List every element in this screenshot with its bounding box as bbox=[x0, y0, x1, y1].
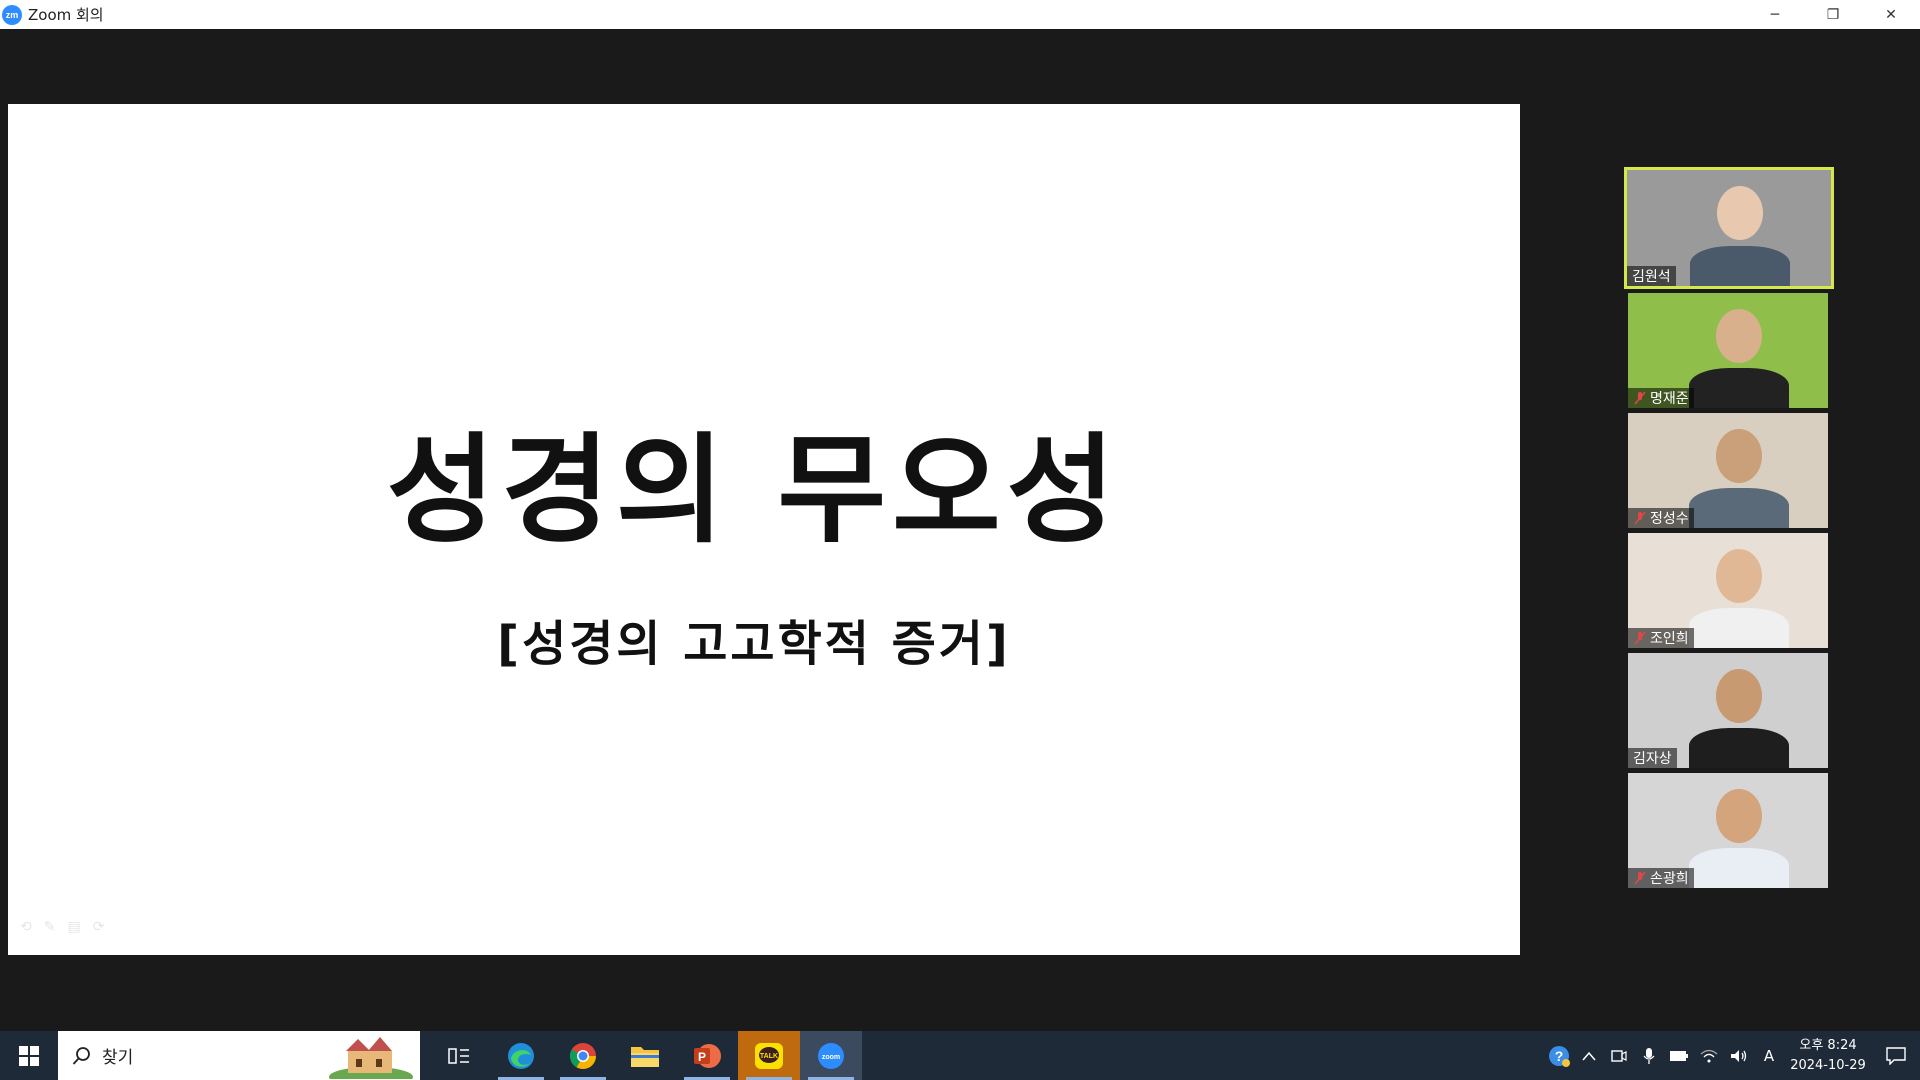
participant-namebar: 김자상 bbox=[1628, 748, 1677, 768]
participant-video-tile[interactable]: 김원석 bbox=[1624, 167, 1834, 289]
folder-icon bbox=[631, 1046, 659, 1067]
slide-annotation-tools: ⟲ ✎ ▤ ⟳ bbox=[20, 919, 104, 935]
search-highlight-art-icon bbox=[329, 1037, 413, 1079]
edge-icon bbox=[508, 1042, 534, 1069]
participant-head bbox=[1716, 309, 1762, 363]
pen-icon[interactable]: ✎ bbox=[44, 919, 56, 935]
chrome-icon bbox=[569, 1042, 597, 1069]
participant-head bbox=[1717, 186, 1763, 240]
participant-head bbox=[1716, 789, 1762, 843]
participant-namebar: 명재준 bbox=[1628, 388, 1694, 408]
participant-video-tile[interactable]: 조인희 bbox=[1628, 533, 1828, 648]
participant-video-tile[interactable]: 손광희 bbox=[1628, 773, 1828, 888]
search-placeholder: 찾기 bbox=[102, 1048, 134, 1068]
shared-screen-slide[interactable]: 성경의 무오성 [성경의 고고학적 증거] ⟲ ✎ ▤ ⟳ bbox=[8, 104, 1520, 955]
participant-video-tile[interactable]: 명재준 bbox=[1628, 293, 1828, 408]
close-button[interactable]: ✕ bbox=[1862, 0, 1920, 29]
search-icon bbox=[72, 1046, 90, 1065]
svg-text:P: P bbox=[698, 1050, 706, 1064]
task-view-button[interactable] bbox=[428, 1031, 490, 1080]
participant-body bbox=[1689, 488, 1789, 528]
svg-text:?: ? bbox=[1555, 1048, 1564, 1064]
zoom-icon: zoom bbox=[818, 1042, 844, 1069]
participant-body bbox=[1689, 368, 1789, 408]
muted-mic-icon bbox=[1633, 511, 1647, 525]
notification-center-button[interactable] bbox=[1872, 1031, 1920, 1080]
participant-video-tile[interactable]: 정성수 bbox=[1628, 413, 1828, 528]
participant-name: 김원석 bbox=[1632, 269, 1671, 285]
participant-body bbox=[1689, 848, 1789, 888]
windows-logo-icon bbox=[19, 1045, 39, 1066]
system-tray: ? A 오후 8:24 2024-10-29 bbox=[1544, 1031, 1920, 1080]
participant-gallery: 김원석 명재준 정성수 조인희 김자상 손광희 bbox=[1624, 167, 1834, 893]
speaker-icon[interactable] bbox=[1724, 1031, 1754, 1080]
participant-namebar: 조인희 bbox=[1628, 628, 1694, 648]
participant-body bbox=[1689, 608, 1789, 648]
window-titlebar[interactable]: zm Zoom 회의 ─ ❐ ✕ bbox=[0, 0, 1920, 29]
participant-name: 조인희 bbox=[1650, 631, 1689, 647]
participant-head bbox=[1716, 549, 1762, 603]
restore-button[interactable]: ❐ bbox=[1804, 0, 1862, 29]
slide-subtitle: [성경의 고고학적 증거] bbox=[497, 616, 1011, 672]
chrome-app-button[interactable] bbox=[552, 1031, 614, 1080]
participant-name: 김자상 bbox=[1633, 751, 1672, 767]
participant-name: 정성수 bbox=[1650, 511, 1689, 527]
participant-video-tile[interactable]: 김자상 bbox=[1628, 653, 1828, 768]
wifi-icon[interactable] bbox=[1694, 1031, 1724, 1080]
notification-icon bbox=[1886, 1046, 1906, 1065]
menu-icon[interactable]: ▤ bbox=[67, 919, 80, 935]
meeting-area: 성경의 무오성 [성경의 고고학적 증거] ⟲ ✎ ▤ ⟳ 김원석 명재준 정성… bbox=[0, 29, 1920, 1031]
svg-text:zoom: zoom bbox=[822, 1054, 840, 1061]
powerpoint-icon: P bbox=[694, 1043, 721, 1068]
forward-arrow-icon[interactable]: ⟳ bbox=[93, 919, 105, 935]
kakaotalk-app-button[interactable]: TALK bbox=[738, 1031, 800, 1080]
taskbar-apps: P TALK zoom bbox=[428, 1031, 862, 1080]
chevron-up-icon[interactable] bbox=[1574, 1031, 1604, 1080]
clock-date: 2024-10-29 bbox=[1790, 1057, 1866, 1073]
powerpoint-app-button[interactable]: P bbox=[676, 1031, 738, 1080]
window-title: Zoom 회의 bbox=[28, 6, 104, 24]
participant-head bbox=[1716, 669, 1762, 723]
meet-now-icon[interactable] bbox=[1604, 1031, 1634, 1080]
participant-name: 손광희 bbox=[1650, 871, 1689, 887]
participant-body bbox=[1690, 246, 1790, 286]
help-app-icon[interactable]: ? bbox=[1544, 1031, 1574, 1080]
back-arrow-icon[interactable]: ⟲ bbox=[20, 919, 32, 935]
window-controls: ─ ❐ ✕ bbox=[1746, 0, 1920, 29]
kakaotalk-icon: TALK bbox=[755, 1042, 783, 1069]
start-button[interactable] bbox=[0, 1031, 58, 1080]
participant-namebar: 정성수 bbox=[1628, 508, 1694, 528]
microphone-icon[interactable] bbox=[1634, 1031, 1664, 1080]
participant-head bbox=[1716, 429, 1762, 483]
participant-namebar: 김원석 bbox=[1627, 266, 1676, 286]
system-clock[interactable]: 오후 8:24 2024-10-29 bbox=[1784, 1036, 1872, 1076]
participant-namebar: 손광희 bbox=[1628, 868, 1694, 888]
svg-text:TALK: TALK bbox=[760, 1053, 778, 1060]
edge-app-button[interactable] bbox=[490, 1031, 552, 1080]
taskbar-search[interactable]: 찾기 bbox=[58, 1031, 420, 1080]
windows-taskbar: 찾기 P TALK zoom ? A 오후 8:24 2024-10-29 bbox=[0, 1031, 1920, 1080]
zoom-app-button[interactable]: zoom bbox=[800, 1031, 862, 1080]
muted-mic-icon bbox=[1633, 631, 1647, 645]
ime-indicator[interactable]: A bbox=[1754, 1031, 1784, 1080]
muted-mic-icon bbox=[1633, 391, 1647, 405]
slide-title: 성경의 무오성 bbox=[386, 421, 1122, 559]
participant-name: 명재준 bbox=[1650, 391, 1689, 407]
file-explorer-button[interactable] bbox=[614, 1031, 676, 1080]
battery-icon[interactable] bbox=[1664, 1031, 1694, 1080]
muted-mic-icon bbox=[1633, 871, 1647, 885]
minimize-button[interactable]: ─ bbox=[1746, 0, 1804, 29]
clock-time: 오후 8:24 bbox=[1799, 1037, 1857, 1053]
task-view-icon bbox=[448, 1047, 469, 1064]
zoom-logo-icon: zm bbox=[2, 4, 22, 25]
participant-body bbox=[1689, 728, 1789, 768]
